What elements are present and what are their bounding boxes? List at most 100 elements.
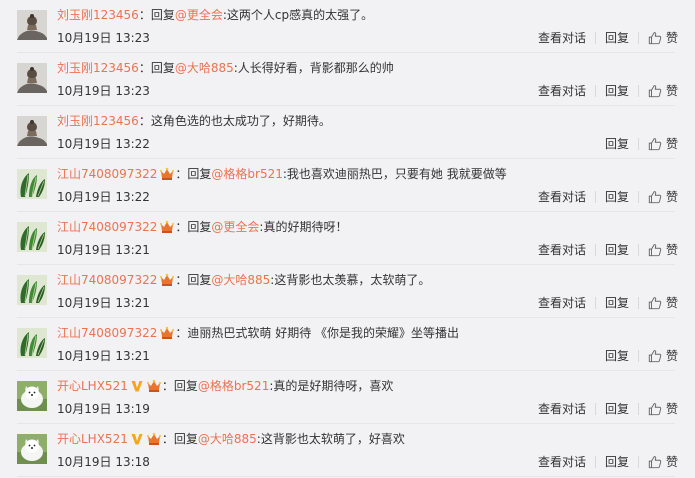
thumbs-up-icon: [648, 297, 662, 310]
username-link[interactable]: 刘玉刚123456: [57, 114, 139, 128]
comment-timestamp: 10月19日 13:22: [57, 137, 150, 151]
vip-crown-icon: [146, 432, 161, 445]
action-separator: [594, 244, 596, 256]
like-label: 赞: [665, 455, 678, 469]
comment-timestamp: 10月19日 13:18: [57, 455, 150, 469]
comment-item: 江山7408097322 ：回复@大哈885:这背影也太羡慕，太软萌了。 10月1…: [0, 265, 695, 318]
mention-link[interactable]: @更全会: [211, 220, 259, 234]
comment-actions: 回复 赞: [605, 347, 678, 365]
view-conversation-link[interactable]: 查看对话: [538, 29, 586, 47]
avatar-gray-ornament[interactable]: [17, 116, 47, 146]
username-link[interactable]: 江山7408097322: [57, 326, 157, 340]
colon: ：: [161, 432, 174, 446]
action-separator: [594, 403, 596, 415]
thumbs-up-icon: [648, 350, 662, 363]
reply-link[interactable]: 回复: [605, 188, 629, 206]
comment-actions: 查看对话 回复 赞: [538, 188, 678, 206]
like-label: 赞: [665, 137, 678, 151]
colon: ：: [175, 220, 188, 234]
like-button[interactable]: 赞: [648, 135, 678, 153]
username-link[interactable]: 江山7408097322: [57, 167, 157, 181]
comment-text: 真的是好期待呀，喜欢: [273, 379, 394, 393]
username-link[interactable]: 开心LHX521: [57, 379, 128, 393]
comment-meta: 10月19日 13:19 查看对话 回复 赞: [57, 400, 678, 418]
reply-link[interactable]: 回复: [605, 82, 629, 100]
username-link[interactable]: 江山7408097322: [57, 220, 157, 234]
mention-link[interactable]: @格格br521: [211, 167, 282, 181]
reply-link[interactable]: 回复: [605, 29, 629, 47]
username-link[interactable]: 开心LHX521: [57, 432, 128, 446]
reply-link[interactable]: 回复: [605, 294, 629, 312]
reply-link[interactable]: 回复: [605, 135, 629, 153]
view-conversation-link[interactable]: 查看对话: [538, 294, 586, 312]
vip-crown-icon: [160, 167, 175, 180]
avatar-white-dog[interactable]: [17, 434, 47, 464]
avatar-green-leaves[interactable]: [17, 169, 47, 199]
comment-actions: 查看对话 回复 赞: [538, 453, 678, 471]
mention-link[interactable]: @格格br521: [198, 379, 269, 393]
comment-body: 江山7408097322 ：回复@格格br521:我也喜欢迪丽热巴，只要有她 我就…: [57, 164, 675, 184]
action-separator: [637, 138, 639, 150]
like-button[interactable]: 赞: [648, 188, 678, 206]
mention-link[interactable]: @大哈885: [175, 61, 234, 75]
comment-body: 江山7408097322 ：回复@更全会:真的好期待呀！: [57, 217, 675, 237]
mention-link[interactable]: @大哈885: [198, 432, 257, 446]
action-separator: [637, 244, 639, 256]
avatar-green-leaves[interactable]: [17, 275, 47, 305]
reply-link[interactable]: 回复: [605, 347, 629, 365]
view-conversation-link[interactable]: 查看对话: [538, 82, 586, 100]
like-button[interactable]: 赞: [648, 347, 678, 365]
reply-link[interactable]: 回复: [605, 453, 629, 471]
thumbs-up-icon: [648, 456, 662, 469]
comment-item: 开心LHX521 ：回复@大哈885:这背影也太软萌了，好喜欢 10月19日 13…: [0, 424, 695, 477]
avatar-gray-ornament[interactable]: [17, 10, 47, 40]
comment-item: 江山7408097322 ：迪丽热巴式软萌 好期待 《你是我的荣耀》坐等播出 10…: [0, 318, 695, 371]
comment-body: 江山7408097322 ：迪丽热巴式软萌 好期待 《你是我的荣耀》坐等播出: [57, 323, 675, 343]
thumbs-up-icon: [648, 85, 662, 98]
thumbs-up-icon: [648, 244, 662, 257]
action-separator: [594, 456, 596, 468]
comment-body: 开心LHX521 ：回复@格格br521:真的是好期待呀，喜欢: [57, 376, 675, 396]
like-button[interactable]: 赞: [648, 400, 678, 418]
view-conversation-link[interactable]: 查看对话: [538, 453, 586, 471]
avatar-white-dog[interactable]: [17, 381, 47, 411]
username-link[interactable]: 刘玉刚123456: [57, 61, 139, 75]
view-conversation-link[interactable]: 查看对话: [538, 188, 586, 206]
comment-text: 这角色选的也太成功了，好期待。: [150, 114, 331, 128]
view-conversation-link[interactable]: 查看对话: [538, 400, 586, 418]
like-button[interactable]: 赞: [648, 241, 678, 259]
comment-actions: 查看对话 回复 赞: [538, 82, 678, 100]
reply-prefix: 回复: [173, 432, 198, 446]
colon: ：: [175, 167, 188, 181]
colon: ：: [138, 8, 151, 22]
comment-body: 开心LHX521 ：回复@大哈885:这背影也太软萌了，好喜欢: [57, 429, 675, 449]
like-button[interactable]: 赞: [648, 294, 678, 312]
like-label: 赞: [665, 349, 678, 363]
like-button[interactable]: 赞: [648, 29, 678, 47]
username-link[interactable]: 刘玉刚123456: [57, 8, 139, 22]
comment-item: 江山7408097322 ：回复@更全会:真的好期待呀！ 10月19日 13:21…: [0, 212, 695, 265]
comment-timestamp: 10月19日 13:22: [57, 190, 150, 204]
reply-prefix: 回复: [187, 220, 212, 234]
comment-actions: 查看对话 回复 赞: [538, 29, 678, 47]
reply-prefix: 回复: [173, 379, 198, 393]
reply-prefix: 回复: [150, 61, 175, 75]
avatar-gray-ornament[interactable]: [17, 63, 47, 93]
comment-text: 这背影也太羡慕，太软萌了。: [274, 273, 431, 287]
reply-link[interactable]: 回复: [605, 241, 629, 259]
mention-link[interactable]: @更全会: [175, 8, 223, 22]
comment-text: 人长得好看，背影都那么的帅: [237, 61, 394, 75]
comment-timestamp: 10月19日 13:21: [57, 349, 150, 363]
reply-link[interactable]: 回复: [605, 400, 629, 418]
colon: ：: [138, 61, 151, 75]
avatar-green-leaves[interactable]: [17, 328, 47, 358]
view-conversation-link[interactable]: 查看对话: [538, 241, 586, 259]
username-link[interactable]: 江山7408097322: [57, 273, 157, 287]
like-button[interactable]: 赞: [648, 453, 678, 471]
like-button[interactable]: 赞: [648, 82, 678, 100]
comment-text: 真的好期待呀！: [263, 220, 348, 234]
avatar-green-leaves[interactable]: [17, 222, 47, 252]
thumbs-up-icon: [648, 32, 662, 45]
reply-prefix: 回复: [150, 8, 175, 22]
mention-link[interactable]: @大哈885: [211, 273, 270, 287]
